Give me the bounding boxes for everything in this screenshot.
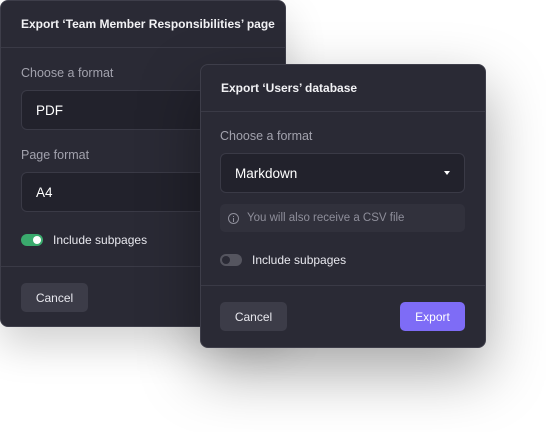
toggle-knob <box>33 236 41 244</box>
format-label: Choose a format <box>220 129 313 143</box>
toggle-knob <box>222 256 230 264</box>
format-select-value: PDF <box>36 102 63 118</box>
include-subpages-toggle[interactable] <box>21 234 43 246</box>
export-button[interactable]: Export <box>400 302 465 331</box>
format-select-value: Markdown <box>235 165 298 181</box>
cancel-button[interactable]: Cancel <box>220 302 287 331</box>
include-subpages-label: Include subpages <box>252 253 347 267</box>
dialog-title: Export ‘Team Member Responsibilities’ pa… <box>1 1 285 48</box>
format-select[interactable]: Markdown <box>220 153 465 193</box>
page-format-label: Page format <box>21 148 90 162</box>
dialog-title: Export ‘Users’ database <box>201 65 485 112</box>
include-subpages-label: Include subpages <box>53 233 148 247</box>
page-format-select-value: A4 <box>36 184 53 200</box>
info-icon <box>228 212 239 224</box>
cancel-button[interactable]: Cancel <box>21 283 88 312</box>
info-text: You will also receive a CSV file <box>247 212 405 224</box>
include-subpages-toggle[interactable] <box>220 254 242 266</box>
format-label: Choose a format <box>21 66 114 80</box>
export-database-dialog: Export ‘Users’ database Choose a format … <box>200 64 486 348</box>
csv-info-note: You will also receive a CSV file <box>220 204 465 232</box>
caret-down-icon <box>444 171 450 175</box>
footer-divider <box>201 285 485 286</box>
